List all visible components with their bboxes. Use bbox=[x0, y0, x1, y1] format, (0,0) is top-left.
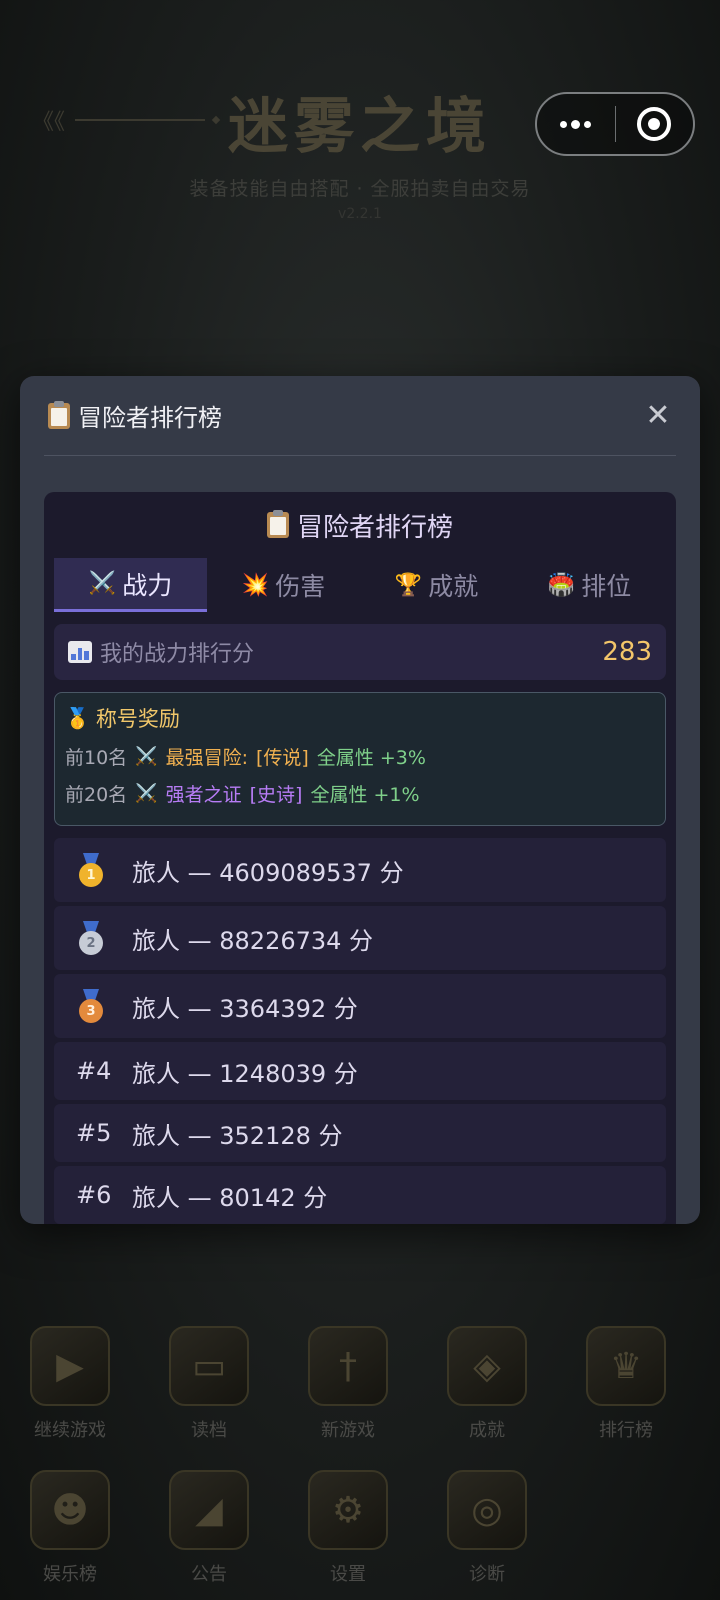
rank-number: #5 bbox=[76, 1119, 112, 1147]
target-close-icon[interactable] bbox=[616, 107, 694, 141]
main-menu: ▶ 继续游戏 ▭ 读档 † 新游戏 ◈ 成就 ♛ 排行榜 ☻ 娱乐榜 ◢ 公告 … bbox=[30, 1326, 690, 1600]
menu-load-save[interactable]: ▭ 读档 bbox=[169, 1326, 249, 1442]
menu-achievements[interactable]: ◈ 成就 bbox=[447, 1326, 527, 1442]
ranking-list: 1 旅人 — 4609089537 分 2 旅人 — 88226734 分 3 … bbox=[54, 838, 666, 1224]
board-title: 冒险者排行榜 bbox=[44, 492, 676, 558]
crest-icon: ◈ bbox=[447, 1326, 527, 1406]
game-subtitle: 装备技能自由搭配 · 全服拍卖自由交易 bbox=[189, 178, 531, 200]
play-icon: ▶ bbox=[30, 1326, 110, 1406]
trophy-icon: 🏆 bbox=[394, 572, 423, 598]
table-row[interactable]: #5 旅人 — 352128 分 bbox=[54, 1104, 666, 1162]
modal-header: 冒险者排行榜 ✕ bbox=[44, 376, 676, 456]
bar-chart-icon bbox=[68, 641, 92, 663]
table-row[interactable]: #4 旅人 — 1248039 分 bbox=[54, 1042, 666, 1100]
menu-leaderboard[interactable]: ♛ 排行榜 bbox=[586, 1326, 666, 1442]
mini-program-capsule bbox=[535, 92, 695, 156]
crossed-swords-icon: ⚔️ bbox=[135, 783, 158, 804]
table-row[interactable]: 1 旅人 — 4609089537 分 bbox=[54, 838, 666, 902]
mask-icon: ☻ bbox=[30, 1470, 110, 1550]
leaderboard-panel: 冒险者排行榜 ⚔️ 战力 💥 伤害 🏆 成就 🏟️ 排位 我的战力排行分 283… bbox=[44, 492, 676, 1224]
crossed-swords-icon: ⚔️ bbox=[135, 746, 158, 767]
clipboard-icon bbox=[266, 510, 289, 538]
gear-icon: ⚙ bbox=[308, 1470, 388, 1550]
silver-medal-icon: 2 bbox=[76, 921, 128, 955]
reward-title: 🥇 称号奖励 bbox=[65, 706, 180, 731]
leaderboard-tabs: ⚔️ 战力 💥 伤害 🏆 成就 🏟️ 排位 bbox=[54, 558, 666, 612]
reward-line-top10: 前10名 ⚔️ 最强冒险: [传说] 全属性 +3% bbox=[65, 746, 426, 769]
stadium-icon: 🏟️ bbox=[547, 572, 576, 598]
bronze-medal-icon: 3 bbox=[76, 989, 128, 1023]
gold-medal-icon: 1 bbox=[76, 853, 128, 887]
horn-icon: ◢ bbox=[169, 1470, 249, 1550]
modal-title: 冒险者排行榜 bbox=[44, 398, 222, 433]
leaderboard-modal: 冒险者排行榜 ✕ 冒险者排行榜 ⚔️ 战力 💥 伤害 🏆 成就 🏟️ 排位 我的… bbox=[20, 376, 700, 1224]
rank-number: #6 bbox=[76, 1181, 112, 1209]
tab-ranked[interactable]: 🏟️ 排位 bbox=[513, 558, 666, 612]
close-button[interactable]: ✕ bbox=[640, 398, 676, 434]
crown-icon: ♛ bbox=[586, 1326, 666, 1406]
my-score-row: 我的战力排行分 283 bbox=[54, 624, 666, 680]
menu-settings[interactable]: ⚙ 设置 bbox=[308, 1470, 388, 1586]
menu-continue-game[interactable]: ▶ 继续游戏 bbox=[30, 1326, 110, 1442]
rank-number: #4 bbox=[76, 1057, 112, 1085]
my-score-label: 我的战力排行分 bbox=[100, 642, 255, 667]
scroll-icon: ▭ bbox=[169, 1326, 249, 1406]
table-row[interactable]: 2 旅人 — 88226734 分 bbox=[54, 906, 666, 970]
tab-damage[interactable]: 💥 伤害 bbox=[207, 558, 360, 612]
reward-line-top20: 前20名 ⚔️ 强者之证 [史诗] 全属性 +1% bbox=[65, 783, 420, 806]
crossed-swords-icon: ⚔️ bbox=[88, 571, 117, 596]
modal-title-text: 冒险者排行榜 bbox=[78, 404, 222, 432]
menu-fun-board[interactable]: ☻ 娱乐榜 bbox=[30, 1470, 110, 1586]
my-score-value: 283 bbox=[602, 637, 652, 667]
sword-icon: † bbox=[308, 1326, 388, 1406]
fingerprint-icon: ◎ bbox=[447, 1470, 527, 1550]
menu-diagnostics[interactable]: ◎ 诊断 bbox=[447, 1470, 527, 1586]
menu-announcement[interactable]: ◢ 公告 bbox=[169, 1470, 249, 1586]
table-row[interactable]: #6 旅人 — 80142 分 bbox=[54, 1166, 666, 1224]
game-version: v2.2.1 bbox=[338, 206, 382, 222]
menu-new-game[interactable]: † 新游戏 bbox=[308, 1326, 388, 1442]
table-row[interactable]: 3 旅人 — 3364392 分 bbox=[54, 974, 666, 1038]
title-reward-box: 🥇 称号奖励 前10名 ⚔️ 最强冒险: [传说] 全属性 +3% 前20名 ⚔… bbox=[54, 692, 666, 826]
tab-power[interactable]: ⚔️ 战力 bbox=[54, 558, 207, 612]
tab-achievements[interactable]: 🏆 成就 bbox=[360, 558, 513, 612]
clipboard-icon bbox=[48, 400, 70, 429]
more-dots-icon[interactable] bbox=[537, 119, 615, 129]
explosion-icon: 💥 bbox=[241, 572, 270, 598]
medal-icon: 🥇 bbox=[65, 706, 90, 730]
